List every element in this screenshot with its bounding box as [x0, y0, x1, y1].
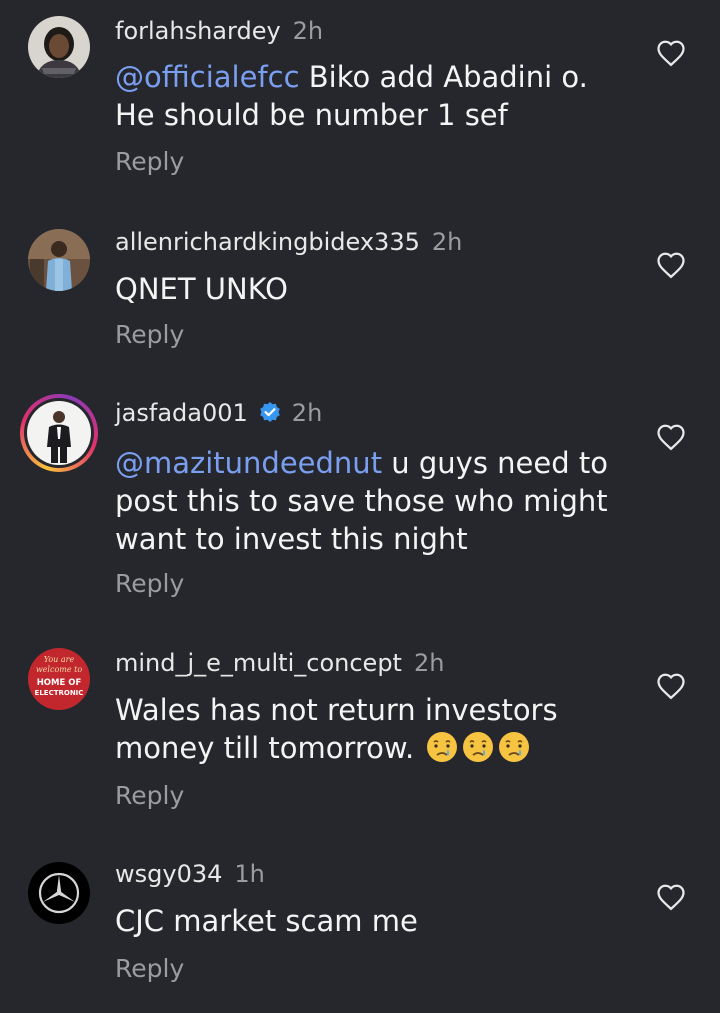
svg-text:ELECTRONIC: ELECTRONIC: [35, 689, 84, 697]
user-avatar[interactable]: [28, 16, 90, 78]
heart-outline-icon[interactable]: [656, 251, 686, 279]
heart-outline-icon[interactable]: [656, 672, 686, 700]
username[interactable]: forlahshardey: [115, 16, 281, 46]
heart-outline-icon[interactable]: [656, 423, 686, 451]
comment-item: allenrichardkingbidex335 2h QNET UNKO Re…: [0, 200, 720, 390]
user-avatar-man-suit-icon: [27, 401, 91, 465]
reply-button[interactable]: Reply: [115, 781, 184, 811]
user-avatar[interactable]: [28, 862, 90, 924]
username[interactable]: mind_j_e_multi_concept: [115, 648, 402, 678]
timestamp: 2h: [431, 228, 463, 256]
comment-text: @mazitundeednut u guys need to post this…: [115, 444, 655, 558]
mention-link[interactable]: @officialefcc: [115, 60, 300, 94]
user-avatar: [27, 401, 91, 465]
home-of-electronic-logo: You are welcome to HOME OF ELECTRONIC: [28, 648, 90, 710]
svg-text:HOME OF: HOME OF: [37, 678, 82, 688]
comment-header: allenrichardkingbidex335 2h: [115, 227, 462, 257]
comment-header: jasfada001 2h: [115, 398, 322, 428]
mention-link[interactable]: @mazitundeednut: [115, 446, 382, 480]
timestamp: 2h: [292, 17, 324, 45]
timestamp: 2h: [413, 649, 445, 677]
svg-text:You are: You are: [44, 655, 75, 664]
comment-body: CJC market scam me: [115, 904, 418, 938]
username[interactable]: allenrichardkingbidex335: [115, 227, 420, 257]
comment-header: forlahshardey 2h: [115, 16, 323, 46]
crying-face-emoji-icon: [463, 732, 494, 762]
timestamp: 2h: [291, 399, 323, 427]
reply-button[interactable]: Reply: [115, 569, 184, 599]
username[interactable]: wsgy034: [115, 859, 222, 889]
story-ring-gap: [24, 398, 94, 468]
comment-header: wsgy034 1h: [115, 859, 265, 889]
timestamp: 1h: [234, 860, 265, 888]
comment-body: QNET UNKO: [115, 272, 288, 306]
comment-item: jasfada001 2h @mazitundeednut u guys nee…: [0, 390, 720, 630]
comment-text: CJC market scam me: [115, 902, 635, 940]
user-avatar[interactable]: [28, 229, 90, 291]
crying-face-emoji-icon: [427, 732, 458, 762]
comment-text: QNET UNKO: [115, 270, 635, 308]
user-avatar[interactable]: You are welcome to HOME OF ELECTRONIC: [28, 648, 90, 710]
comment-item: wsgy034 1h CJC market scam me Reply: [0, 840, 720, 1013]
mercedes-logo-icon: [28, 862, 90, 924]
comment-item: You are welcome to HOME OF ELECTRONIC mi…: [0, 630, 720, 840]
comment-text: Wales has not return investors money til…: [115, 691, 655, 767]
reply-button[interactable]: Reply: [115, 147, 184, 177]
user-avatar-man-blue-icon: [28, 229, 90, 291]
reply-button[interactable]: Reply: [115, 954, 184, 984]
heart-outline-icon[interactable]: [656, 39, 686, 67]
crying-face-emoji-icon: [499, 732, 530, 762]
user-avatar-woman-icon: [28, 16, 90, 78]
svg-text:welcome to: welcome to: [36, 665, 83, 674]
comment-header: mind_j_e_multi_concept 2h: [115, 648, 444, 678]
heart-outline-icon[interactable]: [656, 883, 686, 911]
verified-badge-icon: [259, 402, 280, 422]
user-avatar-story-ring[interactable]: [20, 394, 98, 472]
comment-item: forlahshardey 2h @officialefcc Biko add …: [0, 0, 720, 200]
reply-button[interactable]: Reply: [115, 320, 184, 350]
comment-text: @officialefcc Biko add Abadini o. He sho…: [115, 58, 635, 134]
username[interactable]: jasfada001: [115, 398, 248, 428]
